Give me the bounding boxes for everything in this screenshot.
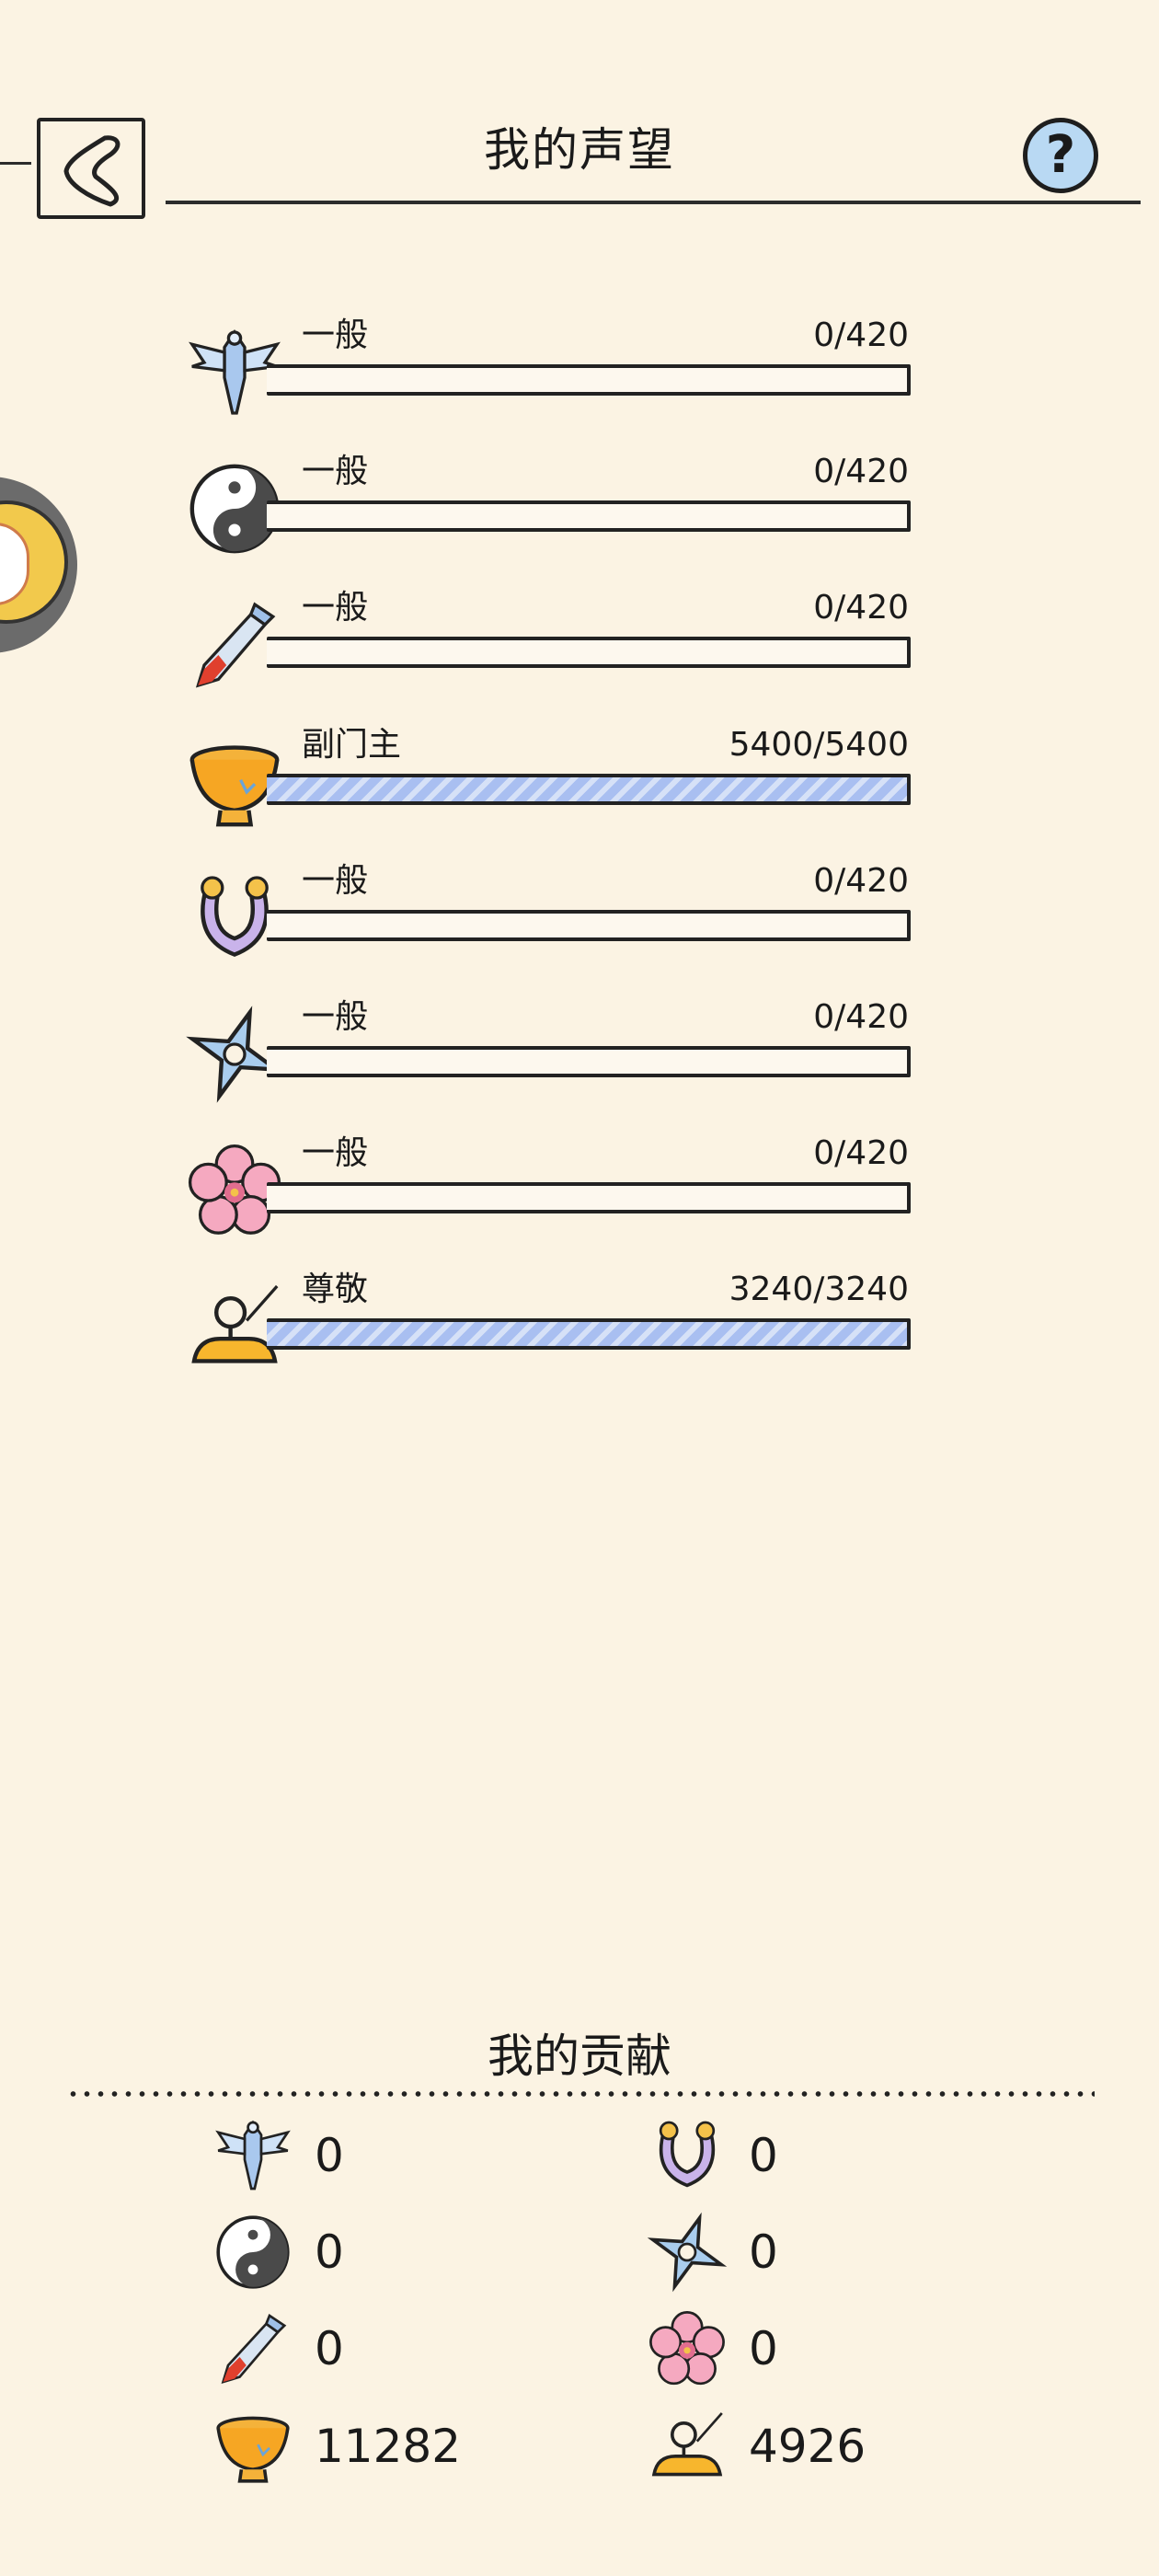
- reputation-rank: 一般: [302, 1134, 369, 1172]
- reputation-value: 0/420: [813, 453, 909, 490]
- contribution-item: 0: [212, 2211, 580, 2294]
- reputation-value: 0/420: [813, 316, 909, 354]
- reputation-progress-bar: [267, 637, 911, 668]
- contribution-value: 0: [315, 2322, 344, 2375]
- reputation-rank: 一般: [302, 589, 369, 627]
- reputation-row: 一般 0/420: [184, 1131, 920, 1241]
- reputation-progress-bar: [267, 1318, 911, 1350]
- avatar-icon: [0, 500, 68, 624]
- reputation-value: 0/420: [813, 589, 909, 627]
- reputation-rank: 副门主: [302, 726, 402, 764]
- help-button[interactable]: ?: [1023, 118, 1098, 193]
- cherry-blossom-icon: [646, 2307, 729, 2390]
- contribution-item: 0: [646, 2211, 1014, 2294]
- golden-bowl-icon: [212, 2405, 294, 2488]
- reputation-value: 0/420: [813, 862, 909, 900]
- contribution-value: 11282: [315, 2420, 462, 2473]
- reputation-progress-bar: [267, 500, 911, 532]
- contribution-value: 0: [749, 2322, 778, 2375]
- contribution-item: 11282: [212, 2405, 580, 2488]
- reputation-progress-fill: [267, 1322, 907, 1346]
- reputation-value: 5400/5400: [729, 726, 909, 764]
- reputation-row: 一般 0/420: [184, 313, 920, 423]
- contribution-item: 0: [212, 2114, 580, 2197]
- reputation-row: 副门主 5400/5400: [184, 722, 920, 833]
- reputation-rank: 一般: [302, 453, 369, 490]
- contribution-title: 我的贡献: [488, 2030, 671, 2083]
- winged-sword-icon: [212, 2114, 294, 2197]
- contribution-value: 4926: [749, 2420, 866, 2473]
- yin-yang-icon: [212, 2211, 294, 2294]
- horseshoe-snake-icon: [646, 2114, 729, 2197]
- dotted-divider: [66, 2088, 1095, 2099]
- reputation-row: 一般 0/420: [184, 449, 920, 559]
- reputation-progress-bar: [267, 1182, 911, 1213]
- floating-avatar-button[interactable]: [0, 477, 77, 653]
- contribution-value: 0: [315, 2129, 344, 2182]
- page-title: 我的声望: [484, 123, 675, 177]
- reputation-row: 一般 0/420: [184, 995, 920, 1105]
- contribution-item: 0: [646, 2114, 1014, 2197]
- header-underline: [166, 201, 1141, 204]
- reputation-row: 一般 0/420: [184, 858, 920, 969]
- contribution-value: 0: [315, 2225, 344, 2279]
- reputation-value: 0/420: [813, 1134, 909, 1172]
- reputation-rank: 尊敬: [302, 1271, 369, 1308]
- contribution-item: 0: [212, 2307, 580, 2390]
- contribution-value: 0: [749, 2129, 778, 2182]
- meditating-monk-icon: [646, 2405, 729, 2488]
- reputation-progress-bar: [267, 1046, 911, 1077]
- reputation-page: 我的声望 ? 一般 0/420 一般 0/420 一般 0/420 副门主 5400/5400…: [0, 0, 1159, 2576]
- contribution-item: 4926: [646, 2405, 1014, 2488]
- reputation-value: 3240/3240: [729, 1271, 909, 1308]
- reputation-row: 一般 0/420: [184, 585, 920, 696]
- reputation-rank: 一般: [302, 998, 369, 1036]
- contribution-value: 0: [749, 2225, 778, 2279]
- reputation-rank: 一般: [302, 316, 369, 354]
- contribution-item: 0: [646, 2307, 1014, 2390]
- reputation-row: 尊敬 3240/3240: [184, 1267, 920, 1377]
- reputation-rank: 一般: [302, 862, 369, 900]
- reputation-progress-bar: [267, 364, 911, 396]
- bloody-dagger-icon: [212, 2307, 294, 2390]
- reputation-progress-bar: [267, 910, 911, 941]
- reputation-value: 0/420: [813, 998, 909, 1036]
- reputation-progress-fill: [267, 777, 907, 801]
- shuriken-icon: [646, 2211, 729, 2294]
- reputation-progress-bar: [267, 774, 911, 805]
